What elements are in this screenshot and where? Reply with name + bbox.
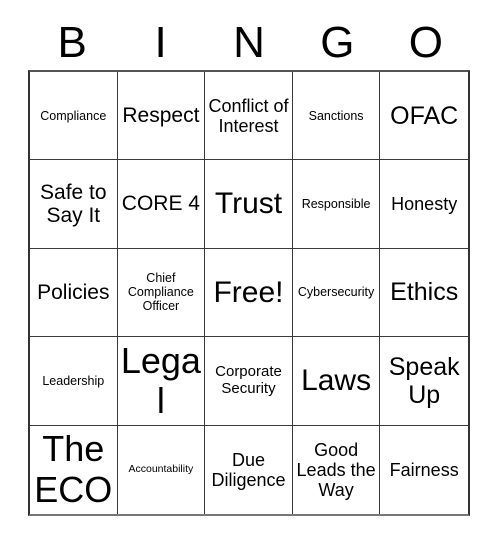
bingo-free-space-label: Free! [213, 275, 284, 309]
bingo-header-row: B I N G O [28, 16, 470, 70]
bingo-header-letter-i: I [154, 18, 167, 67]
bingo-header-letter-g: G [320, 18, 355, 67]
bingo-cell-label: Corporate Security [215, 363, 282, 397]
bingo-cell-n4[interactable]: Corporate Security [205, 337, 293, 426]
bingo-cell-label: Cybersecurity [297, 285, 375, 300]
bingo-cell-o3[interactable]: Ethics [380, 248, 468, 338]
bingo-cell-g2[interactable]: Responsible [292, 160, 381, 249]
bingo-cell-label: Trust [214, 187, 283, 221]
bingo-cell-free-space[interactable]: Free! [205, 248, 293, 338]
bingo-cell-label: Chief Compliance Officer [127, 271, 194, 314]
bingo-cell-label: Due Diligence [211, 449, 286, 490]
bingo-cell-label: Policies [37, 280, 110, 304]
bingo-header-letter-o: O [408, 18, 443, 67]
bingo-cell-i4[interactable]: Legal [117, 337, 206, 426]
bingo-header-letter-b: B [57, 18, 87, 67]
bingo-cell-g1[interactable]: Sanctions [292, 72, 381, 161]
bingo-cell-b1[interactable]: Compliance [30, 72, 118, 161]
bingo-cell-label: Leadership [42, 373, 105, 388]
bingo-cell-label: OFAC [390, 101, 459, 130]
bingo-cell-b3[interactable]: Policies [30, 248, 118, 338]
bingo-grid: Compliance Respect Conflict of Interest … [28, 70, 470, 516]
bingo-cell-label: Respect [122, 103, 200, 127]
bingo-cell-o5[interactable]: Fairness [380, 425, 468, 514]
bingo-cell-label: Safe to Say It [40, 180, 107, 228]
bingo-card: B I N G O Compliance Respect Conflict of… [0, 0, 500, 544]
bingo-cell-label: Accountability [128, 462, 194, 475]
bingo-cell-o2[interactable]: Honesty [380, 160, 468, 249]
bingo-cell-label: Sanctions [308, 108, 364, 123]
bingo-cell-n2[interactable]: Trust [205, 160, 293, 249]
bingo-cell-label: The ECO [34, 428, 113, 510]
bingo-cell-label: Speak Up [388, 352, 460, 409]
bingo-cell-label: Laws [301, 364, 372, 398]
bingo-cell-label: Honesty [391, 194, 458, 215]
bingo-cell-label: Legal [120, 339, 201, 421]
bingo-cell-n5[interactable]: Due Diligence [205, 425, 293, 514]
bingo-cell-label: CORE 4 [121, 192, 200, 216]
bingo-cell-i3[interactable]: Chief Compliance Officer [117, 248, 206, 338]
bingo-cell-g4[interactable]: Laws [292, 337, 381, 426]
bingo-cell-i2[interactable]: CORE 4 [117, 160, 206, 249]
bingo-cell-b4[interactable]: Leadership [30, 337, 118, 426]
bingo-cell-n1[interactable]: Conflict of Interest [205, 72, 293, 161]
bingo-cell-label: Compliance [40, 108, 107, 123]
bingo-header-letter-n: N [233, 18, 265, 67]
bingo-cell-o4[interactable]: Speak Up [380, 337, 468, 426]
bingo-cell-label: Ethics [390, 278, 459, 307]
bingo-cell-b2[interactable]: Safe to Say It [30, 160, 118, 249]
bingo-cell-o1[interactable]: OFAC [380, 72, 468, 161]
bingo-cell-label: Fairness [389, 459, 459, 480]
bingo-cell-label: Conflict of Interest [208, 95, 289, 136]
bingo-cell-i5[interactable]: Accountability [117, 425, 206, 514]
bingo-cell-label: Responsible [301, 197, 371, 212]
bingo-cell-label: Good Leads the Way [296, 439, 376, 500]
bingo-cell-i1[interactable]: Respect [117, 72, 206, 161]
bingo-cell-g5[interactable]: Good Leads the Way [292, 425, 381, 514]
bingo-cell-b5[interactable]: The ECO [30, 425, 118, 514]
bingo-cell-g3[interactable]: Cybersecurity [292, 248, 381, 338]
